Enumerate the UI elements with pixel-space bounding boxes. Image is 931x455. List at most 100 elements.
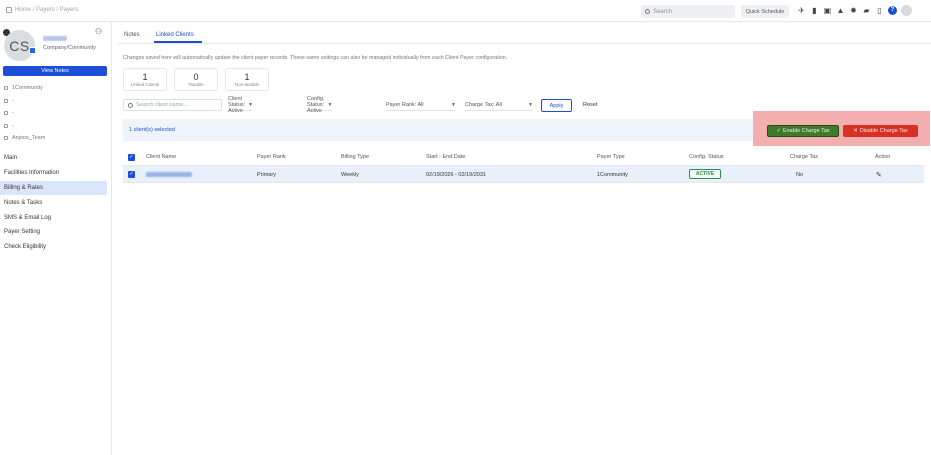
column-header[interactable]: Payer Rank: [257, 154, 286, 160]
row-checkbox[interactable]: ✓: [128, 171, 135, 178]
info-row: Anjoos_Team: [4, 132, 108, 145]
search-icon: [645, 9, 650, 14]
top-icons: ✈ ▮ ▣ ▲ ✹ ▰ ▯ ?: [797, 5, 912, 16]
selection-count: 1 client(s) selected: [129, 127, 175, 133]
client-name-redacted[interactable]: [146, 172, 192, 177]
select-value: Config. Status: Active: [307, 95, 325, 114]
payer-type: Company/Community: [43, 45, 96, 51]
select-value: Payer Rank: All: [386, 101, 424, 108]
table-header: ✓ Client Name Payer Rank Billing Type St…: [123, 149, 924, 166]
stats-row: 1 Linked Clients 0 Taxable 1 Non-taxable: [123, 68, 269, 91]
breadcrumb: Home / Payers / Payers: [6, 7, 78, 13]
payer-type-cell: 1Community: [597, 172, 628, 178]
apply-button[interactable]: Apply: [541, 99, 572, 112]
charge-tax-cell: No: [796, 172, 804, 178]
disable-label: Disable Charge Tax: [859, 128, 908, 134]
stat-value: 0: [193, 72, 199, 82]
user-avatar-icon[interactable]: [901, 5, 912, 16]
stat-taxable: 0 Taxable: [174, 68, 218, 91]
sidebar-item-sms-email-log[interactable]: SMS & Email Log: [0, 210, 112, 225]
reset-button[interactable]: Reset: [583, 102, 597, 108]
select-value: Client Status: Active: [228, 95, 246, 114]
client-search-input[interactable]: Search client name...: [123, 99, 222, 111]
column-header[interactable]: Payer Type: [597, 154, 625, 160]
avatar: CS: [4, 30, 35, 61]
select-all-checkbox[interactable]: ✓: [128, 154, 135, 161]
sidebar-item-facilities-information[interactable]: Facilities Information: [0, 166, 112, 181]
rocket-icon[interactable]: ✈: [797, 6, 806, 15]
payer-rank-select[interactable]: Payer Rank: All ▼: [386, 99, 456, 111]
info-text: -: [12, 97, 14, 104]
client-status-select[interactable]: Client Status: Active ▼: [228, 95, 254, 114]
stat-label: Linked Clients: [130, 82, 160, 87]
table-row[interactable]: ✓ Primary Weekly 02/19/2026 - 02/19/2031…: [123, 166, 924, 183]
edit-icon[interactable]: ✎: [876, 171, 882, 179]
hierarchy-icon[interactable]: ⚇: [95, 27, 102, 36]
email-icon: [4, 111, 8, 116]
global-search[interactable]: Search: [641, 5, 735, 18]
client-search-placeholder: Search client name...: [136, 102, 188, 108]
stat-value: 1: [244, 72, 250, 82]
bell-icon[interactable]: ▲: [836, 6, 845, 15]
payer-name-redacted: [43, 36, 67, 41]
linked-clients-table: ✓ Client Name Payer Rank Billing Type St…: [123, 149, 924, 183]
company-badge-icon: [29, 47, 36, 54]
column-header[interactable]: Start - End Date: [426, 154, 465, 160]
tab-notes[interactable]: Notes: [124, 32, 140, 38]
stat-value: 1: [142, 72, 148, 82]
dates-cell: 02/19/2026 - 02/19/2031: [426, 172, 486, 178]
info-text: Anjoos_Team: [12, 135, 46, 142]
column-header[interactable]: Client Name: [146, 154, 176, 160]
document-icon[interactable]: ▮: [810, 6, 819, 15]
team-icon: [4, 136, 8, 141]
column-header[interactable]: Billing Type: [341, 154, 369, 160]
sidebar-item-check-eligibility[interactable]: Check Eligibility: [0, 240, 112, 255]
info-hint: Changes saved here will automatically up…: [123, 55, 508, 61]
home-icon[interactable]: [6, 7, 12, 13]
building-icon: [4, 86, 8, 91]
quick-schedule-button[interactable]: Quick Schedule: [741, 5, 789, 18]
select-value: Charge Tax: All: [465, 101, 502, 108]
sidebar-item-payer-setting[interactable]: Payer Setting: [0, 225, 112, 240]
enable-charge-tax-button[interactable]: ✓ Enable Charge Tax: [767, 125, 839, 137]
info-row: -: [4, 120, 108, 133]
tab-linked-clients[interactable]: Linked Clients: [156, 32, 194, 38]
info-text: -: [12, 110, 14, 117]
view-notes-button[interactable]: View Notes: [3, 66, 107, 76]
column-header[interactable]: Config. Status: [689, 154, 724, 160]
gear-icon[interactable]: ✹: [849, 6, 858, 15]
location-icon: [4, 98, 8, 103]
content-tabs: Notes Linked Clients: [118, 22, 931, 44]
top-bar: Home / Payers / Payers Search Quick Sche…: [0, 0, 931, 22]
stat-label: Taxable: [188, 82, 204, 87]
sidebar-item-main[interactable]: Main: [0, 151, 112, 166]
enable-label: Enable Charge Tax: [782, 128, 830, 134]
info-row: -: [4, 95, 108, 108]
global-search-placeholder: Search: [653, 8, 673, 15]
disable-charge-tax-button[interactable]: ✕ Disable Charge Tax: [843, 125, 918, 137]
search-icon: [128, 102, 133, 108]
info-text: -: [12, 122, 14, 129]
chevron-down-icon: ▼: [451, 101, 456, 108]
chat-icon[interactable]: ▰: [862, 6, 871, 15]
help-icon[interactable]: ?: [888, 6, 897, 15]
sidebar-item-billing-rates[interactable]: Billing & Rates: [0, 180, 107, 196]
close-icon: ✕: [853, 128, 858, 134]
calendar-icon[interactable]: ▣: [823, 6, 832, 15]
stat-label: Non-taxable: [234, 82, 260, 87]
column-header[interactable]: Charge Tax: [790, 154, 818, 160]
charge-tax-select[interactable]: Charge Tax: All ▼: [465, 99, 533, 111]
status-badge: ACTIVE: [689, 169, 721, 179]
breadcrumb-text[interactable]: Home / Payers / Payers: [15, 7, 78, 13]
sidebar-item-notes-tasks[interactable]: Notes & Tasks: [0, 195, 112, 210]
check-icon: ✓: [776, 128, 781, 134]
active-tab-indicator: [154, 41, 202, 43]
config-status-select[interactable]: Config. Status: Active ▼: [307, 95, 333, 114]
device-icon[interactable]: ▯: [875, 6, 884, 15]
info-text: 1Community: [12, 85, 43, 92]
stat-non-taxable: 1 Non-taxable: [225, 68, 269, 91]
info-row: 1Community: [4, 82, 108, 95]
phone-icon: [4, 123, 8, 128]
column-header: Action: [875, 154, 891, 160]
payer-info-list: 1Community - - - Anjoos_Team: [4, 82, 108, 145]
